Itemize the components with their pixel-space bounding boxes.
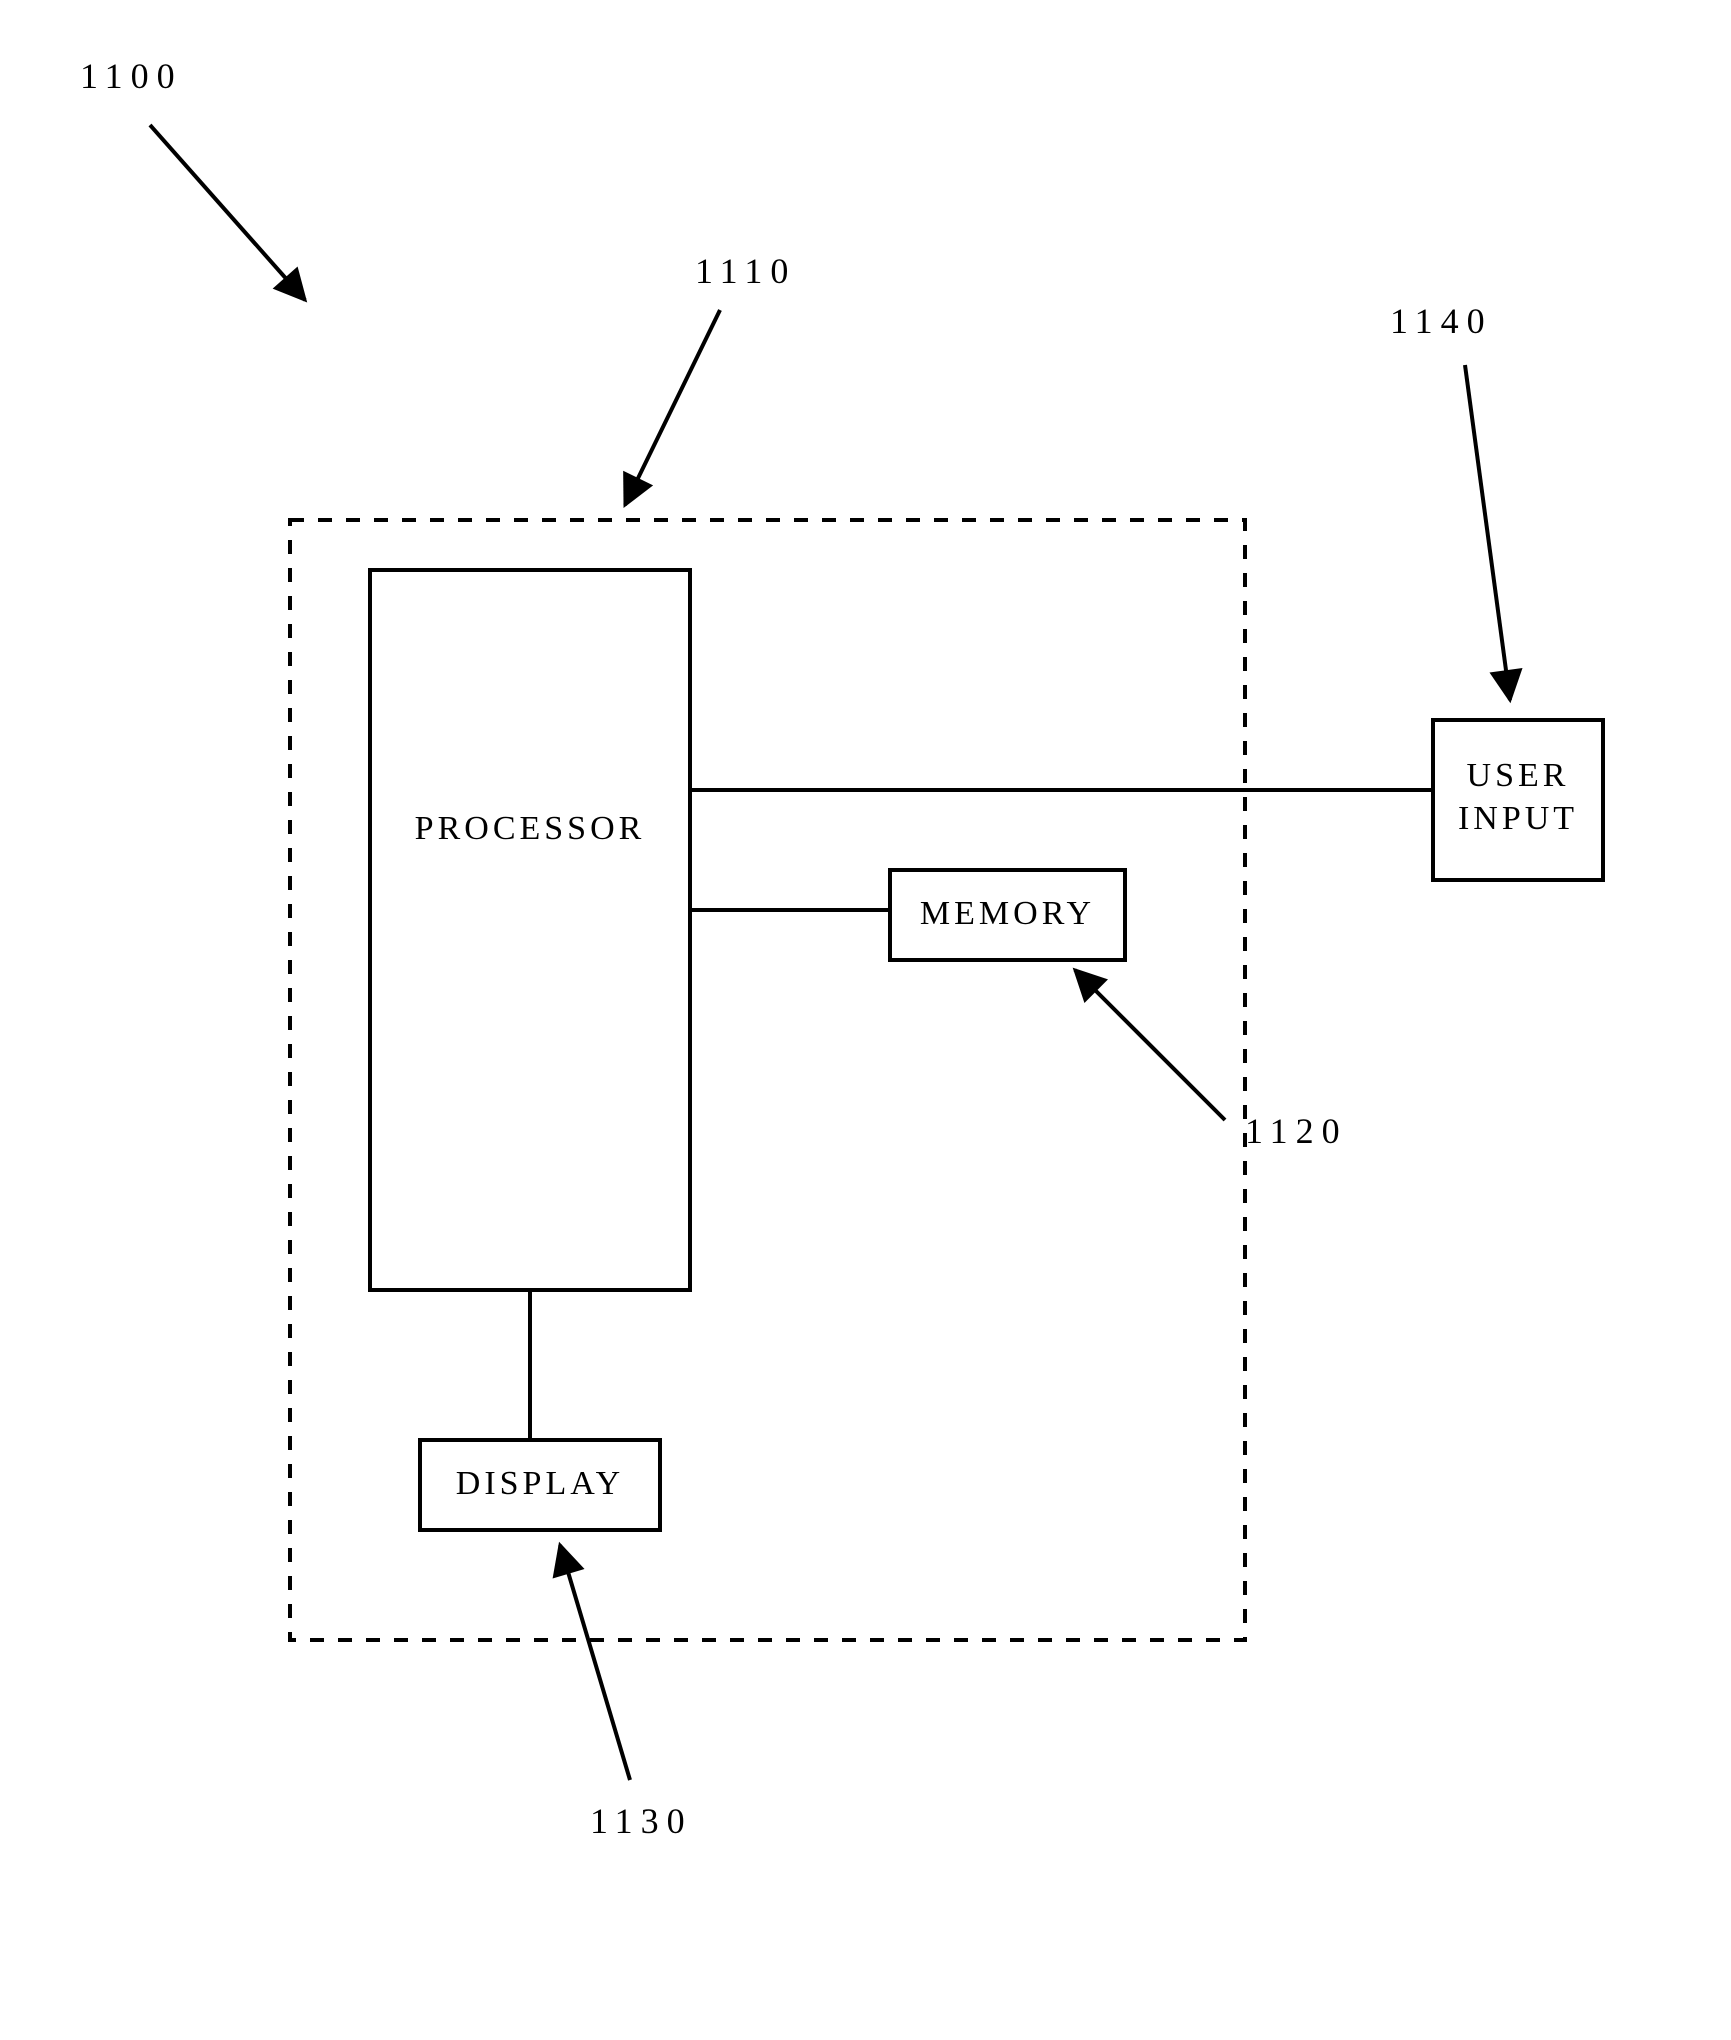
processor-label: PROCESSOR: [370, 810, 690, 848]
lead-1110: [625, 310, 720, 505]
ref-1110: 1110: [695, 250, 796, 292]
lead-1130: [560, 1545, 630, 1780]
lead-1120: [1075, 970, 1225, 1120]
diagram-canvas: 1100 1110 1140 1120 1130 PROCESSOR MEMOR…: [0, 0, 1731, 2040]
memory-label: MEMORY: [890, 895, 1125, 933]
ref-1100: 1100: [80, 55, 183, 97]
ref-1140: 1140: [1390, 300, 1493, 342]
ref-1130: 1130: [590, 1800, 693, 1842]
lead-1100: [150, 125, 305, 300]
user-input-label: USER INPUT: [1433, 755, 1603, 840]
processor-box: [370, 570, 690, 1290]
display-label: DISPLAY: [420, 1465, 660, 1503]
ref-1120: 1120: [1245, 1110, 1348, 1152]
lead-1140: [1465, 365, 1510, 700]
